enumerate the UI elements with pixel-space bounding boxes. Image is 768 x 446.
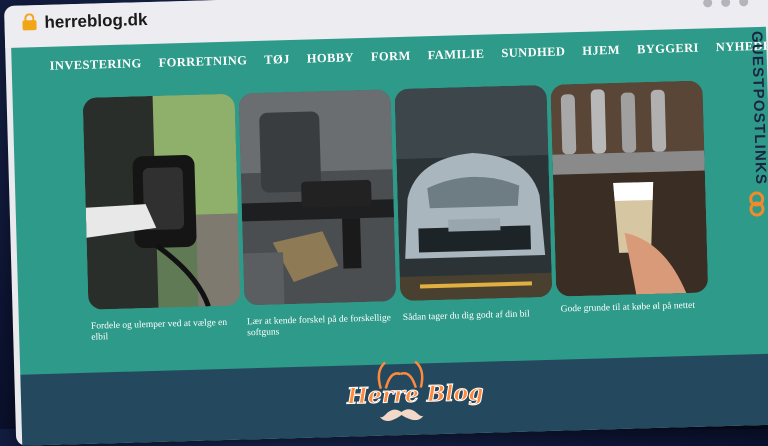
window-controls <box>703 0 749 8</box>
car-wash-image <box>394 84 553 302</box>
herreblog-logo-text: Herre Blog <box>346 379 484 410</box>
softgun-image <box>238 89 397 306</box>
chain-link-icon <box>749 191 765 217</box>
nav-item-investering[interactable]: INVESTERING <box>49 56 141 74</box>
article-card-image[interactable] <box>550 80 709 297</box>
article-title-softguns[interactable]: Lær at kende forskel på de forskellige s… <box>247 313 400 339</box>
window-dot-icon[interactable] <box>739 0 749 7</box>
ev-charger-image <box>82 93 241 310</box>
browser-window: herreblog.dk INVESTERING FORRETNING TØJ … <box>4 0 768 446</box>
article-title-bil[interactable]: Sådan tager du dig godt af din bil <box>403 309 555 324</box>
nav-item-toej[interactable]: TØJ <box>264 52 290 68</box>
beer-tap-image <box>550 80 709 297</box>
window-dot-icon[interactable] <box>721 0 731 7</box>
article-card-image[interactable] <box>238 89 397 306</box>
nav-item-sundhed[interactable]: SUNDHED <box>501 44 565 61</box>
nav-item-forretning[interactable]: FORRETNING <box>158 53 247 70</box>
article-title-elbil[interactable]: Fordele og ulemper ved at vælge en elbil <box>91 317 244 343</box>
article-card-image[interactable] <box>394 84 553 302</box>
lock-icon <box>22 20 37 31</box>
nav-item-familie[interactable]: FAMILIE <box>427 47 484 64</box>
herreblog-logo[interactable]: Herre Blog <box>340 360 484 425</box>
article-card-image[interactable] <box>82 93 241 310</box>
guestpostlinks-logo[interactable]: GUESTPOSTLINKS <box>739 31 768 222</box>
window-dot-icon[interactable] <box>703 0 713 8</box>
site-footer: Herre Blog <box>20 353 768 446</box>
nav-item-hjem[interactable]: HJEM <box>582 43 620 59</box>
article-title-oel[interactable]: Gode grunde til at købe øl på nettet <box>561 300 713 315</box>
mustache-icon <box>379 409 424 421</box>
nav-item-form[interactable]: FORM <box>371 49 411 65</box>
main-nav: INVESTERING FORRETNING TØJ HOBBY FORM FA… <box>49 38 768 73</box>
address-bar[interactable]: herreblog.dk <box>44 10 147 33</box>
nav-item-hobby[interactable]: HOBBY <box>307 50 355 66</box>
nav-item-byggeri[interactable]: BYGGERI <box>637 41 699 58</box>
web-page: INVESTERING FORRETNING TØJ HOBBY FORM FA… <box>11 26 768 446</box>
